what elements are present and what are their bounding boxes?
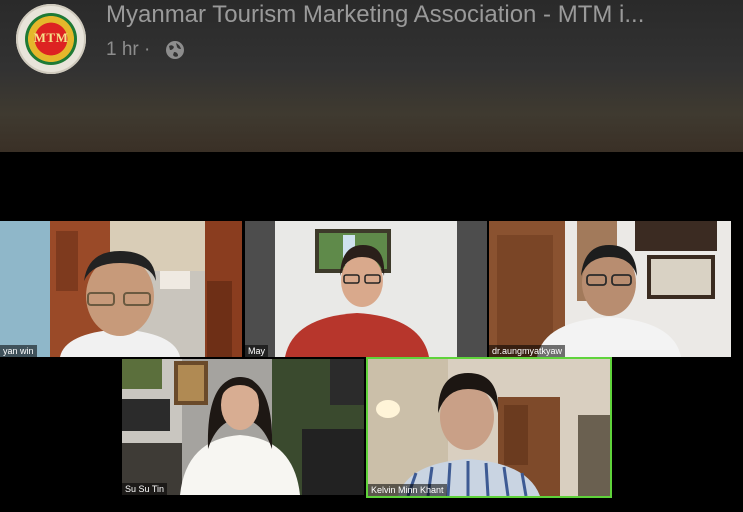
video-tile-su-su-tin[interactable]: Su Su Tin [122,359,364,495]
participant-video [245,221,487,357]
video-tile-dr-aungmyatkyaw[interactable]: dr.aungmyatkyaw [489,221,731,357]
participant-name: Kelvin Minn Khant [368,484,447,496]
video-tile-may[interactable]: May [245,221,487,357]
post-meta: 1 hr · [106,39,150,61]
globe-icon [166,41,184,59]
participant-name: yan win [0,345,37,357]
logo-text: MTM [33,30,69,45]
page-title[interactable]: Myanmar Tourism Marketing Association - … [106,1,736,29]
video-tile-yan-win[interactable]: yan win [0,221,242,357]
meta-separator: · [144,39,151,60]
participant-name: Su Su Tin [122,483,168,495]
video-tile-kelvin-minn-khant[interactable]: Kelvin Minn Khant [366,357,612,498]
participant-name: dr.aungmyatkyaw [489,345,566,357]
participant-video [489,221,731,357]
post-time[interactable]: 1 hr [106,39,139,60]
participant-video [368,359,610,496]
post-header: MTM Myanmar Tourism Marketing Associatio… [0,0,743,152]
participant-name: May [245,345,269,357]
participant-video [122,359,364,495]
participant-video [0,221,242,357]
page-avatar[interactable]: MTM [16,4,86,74]
